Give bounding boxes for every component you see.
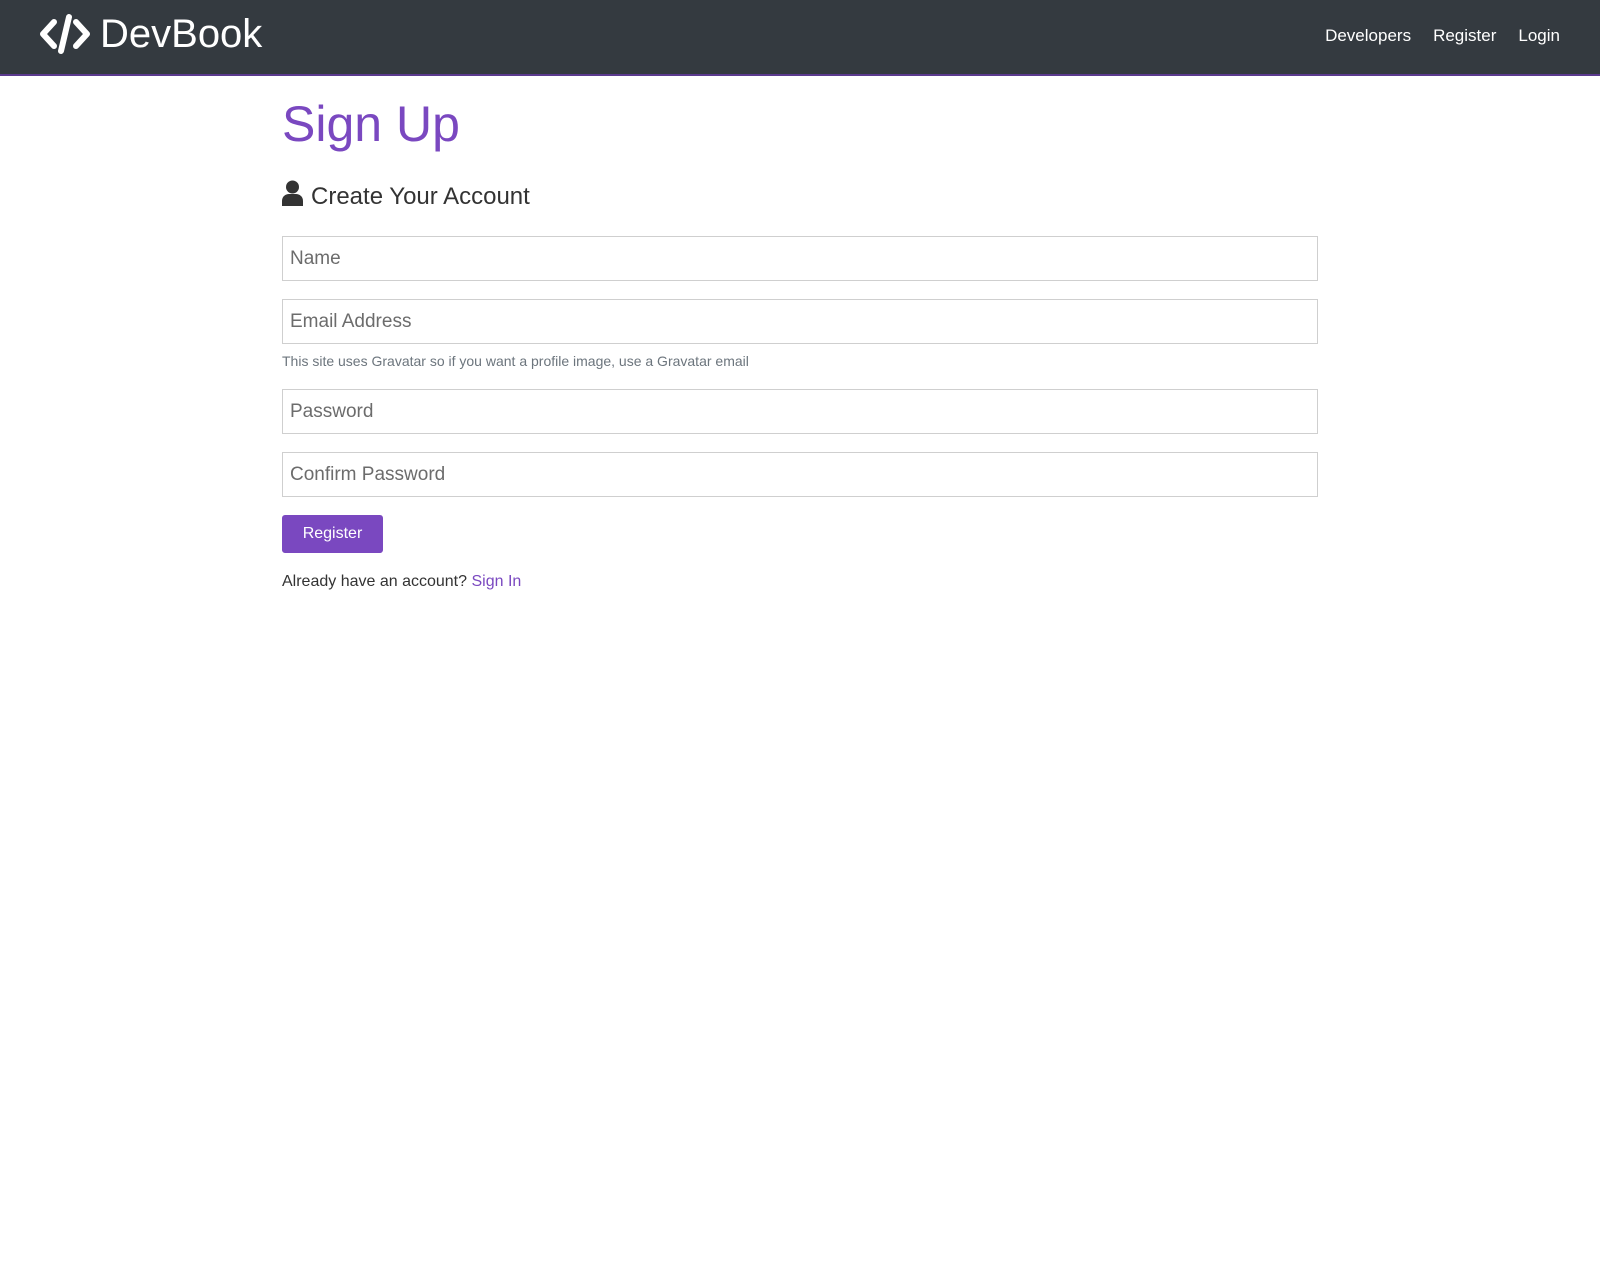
nav-link-login[interactable]: Login bbox=[1518, 24, 1560, 48]
password-input[interactable] bbox=[282, 389, 1318, 434]
email-input[interactable] bbox=[282, 299, 1318, 344]
name-group bbox=[282, 236, 1318, 281]
brand-link[interactable]: DevBook bbox=[40, 10, 262, 58]
lead-text: Create Your Account bbox=[311, 183, 530, 210]
password-group bbox=[282, 389, 1318, 434]
navbar: DevBook Developers Register Login bbox=[0, 0, 1600, 76]
nav-links: Developers Register Login bbox=[1325, 24, 1560, 48]
sign-in-link[interactable]: Sign In bbox=[471, 573, 521, 590]
nav-link-developers[interactable]: Developers bbox=[1325, 24, 1411, 48]
nav-link-register[interactable]: Register bbox=[1433, 24, 1496, 48]
signin-prompt: Already have an account? Sign In bbox=[282, 572, 1318, 592]
code-icon bbox=[40, 14, 90, 54]
page-title: Sign Up bbox=[282, 96, 460, 152]
brand-name: DevBook bbox=[100, 12, 263, 56]
lead-heading: Create Your Account bbox=[282, 180, 1318, 214]
register-button[interactable]: Register bbox=[282, 515, 383, 553]
main-container: Sign Up Create Your Account This site us… bbox=[282, 76, 1318, 608]
confirm-password-input[interactable] bbox=[282, 452, 1318, 497]
confirm-password-group bbox=[282, 452, 1318, 497]
signin-prompt-text: Already have an account? bbox=[282, 573, 468, 590]
email-group: This site uses Gravatar so if you want a… bbox=[282, 299, 1318, 369]
register-form: This site uses Gravatar so if you want a… bbox=[282, 236, 1318, 553]
name-input[interactable] bbox=[282, 236, 1318, 281]
email-help-text: This site uses Gravatar so if you want a… bbox=[282, 353, 749, 369]
user-icon bbox=[282, 180, 311, 214]
